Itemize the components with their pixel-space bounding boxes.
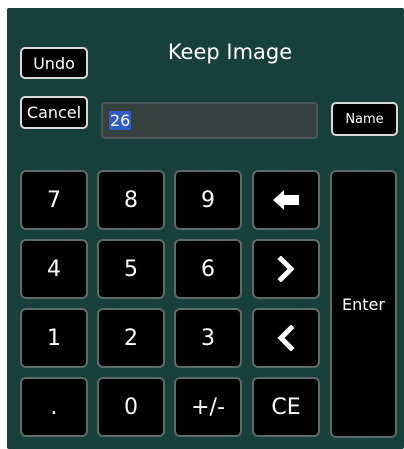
chevron-left-icon — [275, 325, 297, 351]
clear-entry-button[interactable]: CE — [252, 377, 320, 437]
backspace-icon — [271, 189, 301, 211]
dialog-title: Keep Image — [167, 40, 293, 64]
key-8[interactable]: 8 — [97, 170, 165, 230]
key-4[interactable]: 4 — [20, 239, 88, 299]
key-3[interactable]: 3 — [174, 308, 242, 368]
name-input-field[interactable]: 26 — [101, 102, 318, 139]
key-9[interactable]: 9 — [174, 170, 242, 230]
input-value: 26 — [109, 111, 132, 130]
enter-button[interactable]: Enter — [330, 170, 397, 438]
name-button[interactable]: Name — [331, 102, 398, 136]
cursor-right-button[interactable] — [252, 239, 320, 299]
cancel-button[interactable]: Cancel — [20, 96, 88, 129]
key-5[interactable]: 5 — [97, 239, 165, 299]
key-plus-minus[interactable]: +/- — [174, 377, 242, 437]
chevron-right-icon — [275, 256, 297, 282]
key-decimal[interactable]: . — [20, 377, 88, 437]
key-0[interactable]: 0 — [97, 377, 165, 437]
key-7[interactable]: 7 — [20, 170, 88, 230]
undo-button[interactable]: Undo — [20, 47, 88, 79]
key-6[interactable]: 6 — [174, 239, 242, 299]
key-2[interactable]: 2 — [97, 308, 165, 368]
cursor-left-button[interactable] — [252, 308, 320, 368]
key-1[interactable]: 1 — [20, 308, 88, 368]
backspace-button[interactable] — [252, 170, 320, 230]
